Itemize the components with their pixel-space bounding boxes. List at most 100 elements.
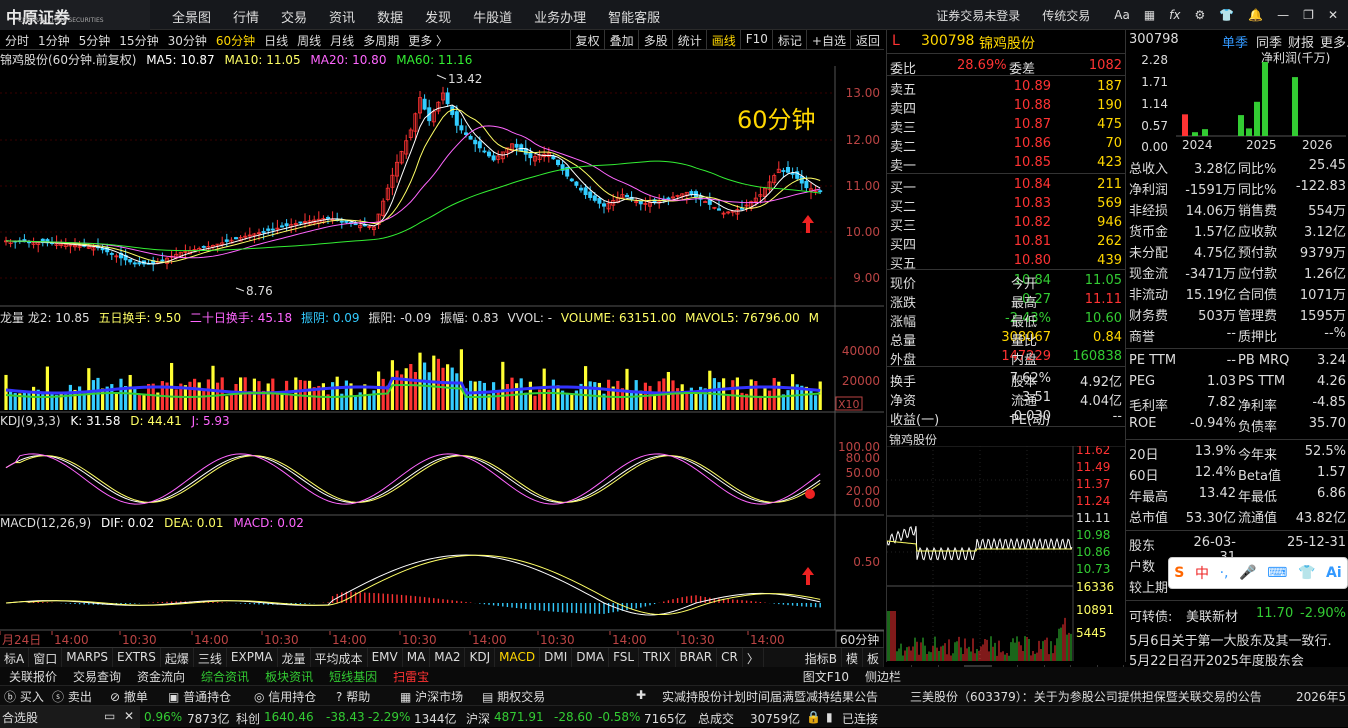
bell-icon[interactable]: 🔔: [1248, 8, 1263, 22]
indicator-tab[interactable]: DMA: [572, 648, 610, 667]
self-select-stock[interactable]: 合选股 ▭ ✕: [0, 706, 140, 728]
separator: [887, 269, 1125, 270]
btn-sell[interactable]: ⓢ 卖出: [52, 688, 92, 705]
trade-mode[interactable]: 传统交易: [1042, 7, 1090, 24]
restore-icon[interactable]: ❐: [1303, 8, 1314, 22]
indicator-tab[interactable]: 窗口: [29, 648, 63, 667]
fin-tab-same-quarter[interactable]: 同季: [1256, 32, 1282, 51]
collapse-icon[interactable]: ▭: [104, 709, 115, 723]
tool-add-watch[interactable]: +自选: [805, 30, 850, 49]
tool-back[interactable]: 返回: [849, 30, 884, 49]
indicator-tab[interactable]: 指标B: [801, 648, 842, 667]
indicator-tab[interactable]: DMI: [540, 648, 573, 667]
menu-item-quotes[interactable]: 行情: [221, 0, 269, 30]
menu-item-trade[interactable]: 交易: [269, 0, 317, 30]
indicator-tab[interactable]: BRAR: [676, 648, 718, 667]
link-general-info[interactable]: 综合资讯: [192, 667, 256, 685]
tab-more[interactable]: 更多 〉: [403, 30, 452, 49]
indicator-tab[interactable]: EXPMA: [227, 648, 278, 667]
fin-label-2: 同比%: [1238, 162, 1277, 177]
link-sidebar[interactable]: 侧边栏: [856, 667, 908, 685]
link-mine-sweeper[interactable]: 扫雷宝: [384, 667, 436, 685]
ime-toolbar[interactable]: S 中 ·, 🎤 ⌨ 👕 Ai: [1168, 557, 1348, 589]
formula-icon[interactable]: fx: [1169, 8, 1180, 22]
indicator-tab[interactable]: 三线: [194, 648, 227, 667]
tab-15min[interactable]: 15分钟: [114, 30, 162, 49]
fin-tab-report[interactable]: 财报: [1288, 32, 1314, 51]
tool-overlay[interactable]: 叠加: [603, 30, 638, 49]
indicator-tab[interactable]: 平均成本: [311, 648, 368, 667]
tab-30min[interactable]: 30分钟: [163, 30, 211, 49]
grid-icon[interactable]: ▦: [1144, 8, 1155, 22]
tool-mark[interactable]: 标记: [771, 30, 806, 49]
tab-fenshi[interactable]: 分时: [0, 30, 33, 49]
indicator-tab[interactable]: CR: [717, 648, 743, 667]
menu-item-business[interactable]: 业务办理: [522, 0, 596, 30]
menu-item-discover[interactable]: 发现: [413, 0, 461, 30]
tool-draw[interactable]: 画线: [705, 30, 740, 49]
indicator-tab[interactable]: 模: [842, 648, 863, 667]
btn-options[interactable]: ▤ 期权交易: [482, 688, 545, 705]
tab-daily[interactable]: 日线: [259, 30, 292, 49]
link-sector-info[interactable]: 板块资讯: [256, 667, 320, 685]
link-fund-flow[interactable]: 资金流向: [128, 667, 192, 685]
close-icon[interactable]: ✕: [1328, 8, 1338, 22]
login-status[interactable]: 证券交易未登录: [936, 7, 1020, 24]
fin-tab-quarter[interactable]: 单季: [1222, 32, 1248, 51]
btn-cancel[interactable]: ⊘ 撤单: [110, 688, 148, 705]
ticker-text-1[interactable]: 实减持股份计划时间届满暨减持结果公告: [662, 688, 878, 705]
font-size-icon[interactable]: Aa: [1114, 8, 1130, 22]
link-f10[interactable]: 图文F10: [794, 667, 856, 685]
btn-buy[interactable]: ⓑ 买入: [4, 688, 44, 705]
indicator-tab[interactable]: 〉: [743, 648, 764, 667]
indicator-tab[interactable]: 龙量: [278, 648, 311, 667]
tab-weekly[interactable]: 周线: [292, 30, 325, 49]
indicator-tab[interactable]: MACD: [495, 648, 541, 667]
tab-5min[interactable]: 5分钟: [74, 30, 115, 49]
close-panel-icon[interactable]: ✕: [124, 709, 134, 723]
btn-help[interactable]: ? 帮助: [336, 688, 370, 705]
menu-item-data[interactable]: 数据: [365, 0, 413, 30]
menu-item-overview[interactable]: 全景图: [160, 0, 221, 30]
tab-monthly[interactable]: 月线: [325, 30, 358, 49]
link-trade-query[interactable]: 交易查询: [64, 667, 128, 685]
tab-multi-period[interactable]: 多周期: [358, 30, 403, 49]
menu-item-news[interactable]: 资讯: [317, 0, 365, 30]
indicator-tab[interactable]: FSL: [609, 648, 640, 667]
indicator-tab[interactable]: MA2: [430, 648, 466, 667]
minimize-icon[interactable]: —: [1277, 8, 1289, 22]
time-period-label[interactable]: 60分钟: [840, 632, 879, 647]
tab-1min[interactable]: 1分钟: [33, 30, 74, 49]
link-related-quote[interactable]: 关联报价: [0, 667, 64, 685]
settings-icon[interactable]: ⚙: [1195, 8, 1206, 22]
news-item-1[interactable]: 5月6日关于第一大股东及其一致行.: [1129, 630, 1332, 649]
indicator-tab[interactable]: MARPS: [62, 648, 113, 667]
tool-stats[interactable]: 统计: [671, 30, 706, 49]
indicator-tab[interactable]: EMV: [368, 648, 403, 667]
link-short-gene[interactable]: 短线基因: [320, 667, 384, 685]
kline-chart[interactable]: 13.42 8.76 13.00 12.00 11.00 10.00 9.00 …: [0, 50, 884, 650]
tool-multistock[interactable]: 多股: [637, 30, 672, 49]
mini-intraday-chart[interactable]: 11.62 11.49 11.37 11.24 11.11 10.98 10.8…: [887, 446, 1125, 661]
indicator-tab[interactable]: TRIX: [639, 648, 676, 667]
indicator-tab[interactable]: KDJ: [465, 648, 496, 667]
mini-volume-bars: [887, 611, 1072, 661]
tool-fuquan[interactable]: 复权: [569, 30, 604, 49]
tab-60min[interactable]: 60分钟: [211, 30, 259, 49]
tool-f10[interactable]: F10: [739, 30, 772, 49]
ticker-text-2[interactable]: 三美股份（603379）：关于为参股公司提供担保暨关联交易的公告: [910, 688, 1262, 705]
btn-normal-position[interactable]: ▣ 普通持仓: [168, 688, 231, 705]
indicator-tab[interactable]: 标A: [0, 648, 30, 667]
convertible-bond[interactable]: 可转债: 美联新材 11.70 -2.90%: [1126, 600, 1348, 626]
stat-value-2: 11.05: [1084, 273, 1122, 288]
indicator-tab[interactable]: 板: [863, 648, 884, 667]
btn-credit-position[interactable]: ◎ 信用持仓: [254, 688, 316, 705]
btn-shsz-market[interactable]: ▦ 沪深市场: [400, 688, 463, 705]
indicator-tab[interactable]: MA: [403, 648, 431, 667]
skin-icon[interactable]: 👕: [1219, 8, 1234, 22]
indicator-tab[interactable]: 起爆: [161, 648, 194, 667]
fin-tab-more[interactable]: 更多..: [1320, 32, 1348, 51]
menu-item-service[interactable]: 智能客服: [596, 0, 670, 30]
indicator-tab[interactable]: EXTRS: [113, 648, 161, 667]
menu-item-niugudao[interactable]: 牛股道: [461, 0, 522, 30]
